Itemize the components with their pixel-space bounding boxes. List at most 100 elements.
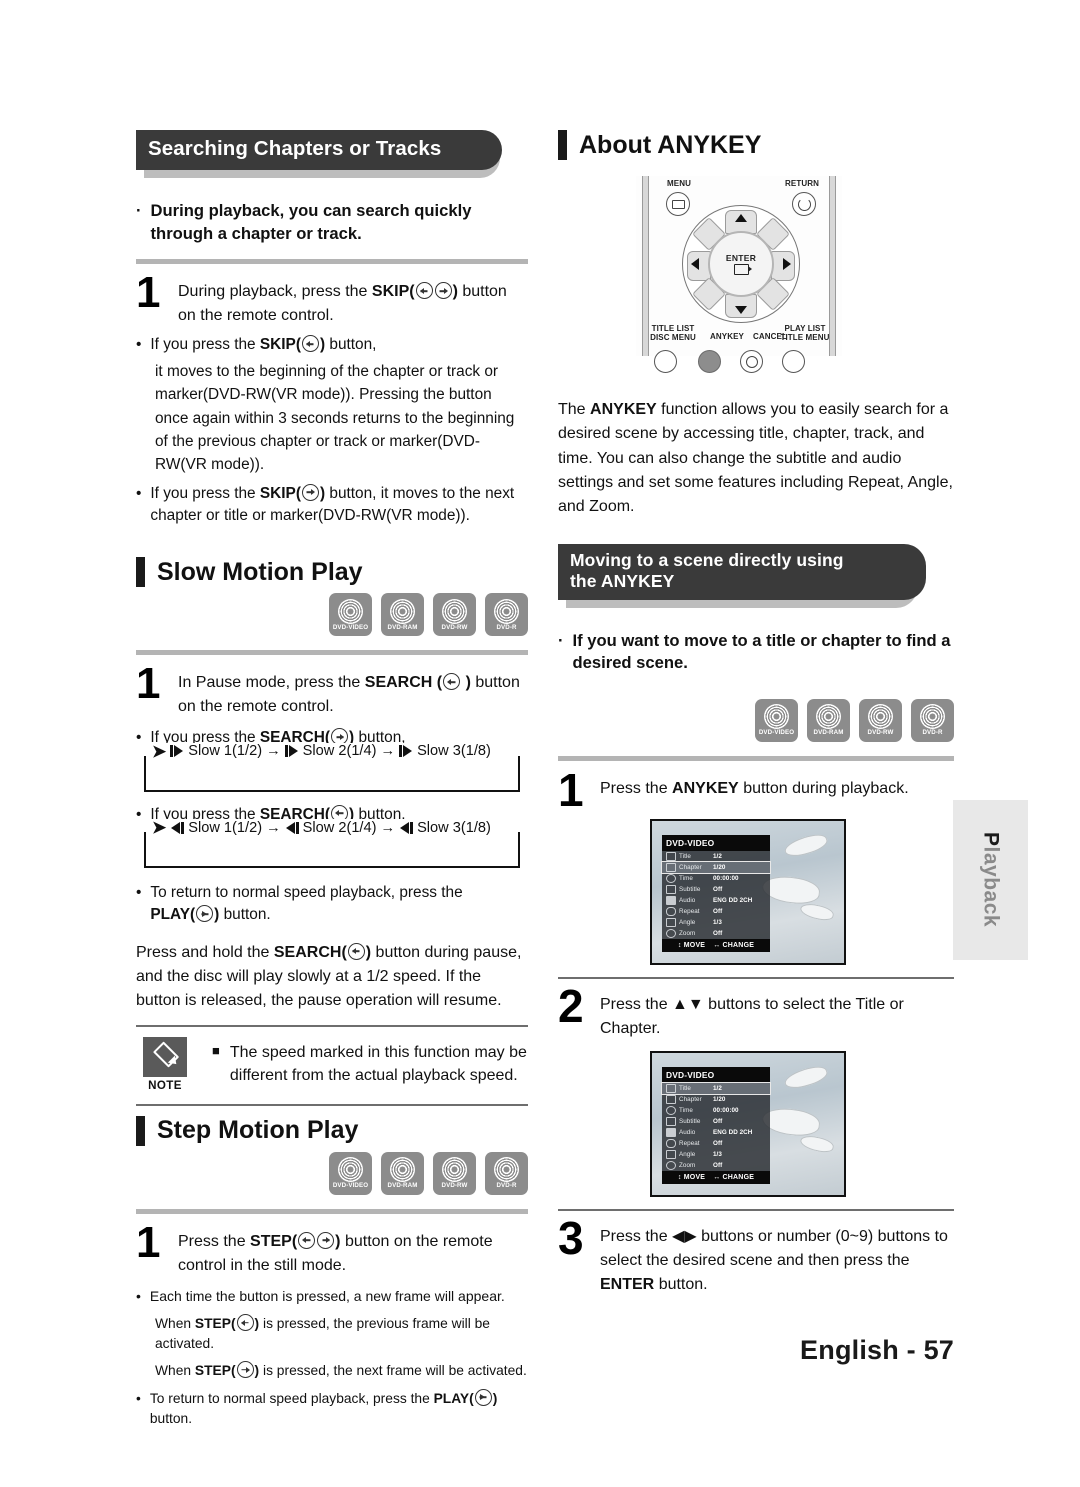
- osd-row-value: 00:00:00: [713, 1106, 739, 1114]
- osd-row-repeat[interactable]: Repeat Off: [662, 1138, 770, 1149]
- bullet-skip-next: • If you press the SKIP() button, it mov…: [136, 483, 528, 528]
- hold-search-paragraph: Press and hold the SEARCH() button durin…: [136, 942, 522, 1009]
- osd-row-value: Off: [713, 929, 723, 937]
- title-list-disc-menu-button[interactable]: [654, 350, 677, 373]
- bullet-each-text: Each time the button is pressed, a new f…: [149, 1287, 505, 1304]
- osd-row-audio[interactable]: Audio ENG DD 2CH: [662, 895, 770, 906]
- osd-row-name: Title: [679, 852, 691, 860]
- step-number: 1: [136, 268, 161, 318]
- flow-step-label: Slow 1(1/2): [188, 819, 263, 836]
- menu-button[interactable]: [666, 192, 690, 216]
- step-label: STEP: [194, 1316, 231, 1332]
- clock-icon: [662, 873, 679, 883]
- disc-icon: [338, 598, 363, 624]
- step-1-step-motion: 1 Press the STEP() button on the remote …: [136, 1217, 528, 1278]
- osd-row-chapter[interactable]: Chapter 1/20: [661, 860, 771, 874]
- skip-label: SKIP: [371, 283, 410, 301]
- osd-row-time[interactable]: Time 00:00:00: [662, 873, 770, 884]
- title-list-disc-menu-label: TITLE LIST DISC MENU: [642, 324, 704, 342]
- osd-row-zoom[interactable]: Zoom Off: [662, 928, 770, 939]
- flow-start-arrow-icon: ➤: [152, 818, 166, 838]
- return-button-label: RETURN: [785, 179, 819, 188]
- osd-row-title[interactable]: Title 1/2: [662, 851, 770, 862]
- menu-button-label: MENU: [667, 179, 691, 188]
- cancel-button[interactable]: [740, 350, 763, 373]
- osd-row-chapter[interactable]: Chapter 1/20: [662, 1094, 770, 1105]
- camera-icon: [662, 917, 679, 927]
- disc-badge-label: DVD-RAM: [813, 729, 844, 737]
- osd-row-angle[interactable]: Angle 1/3: [662, 917, 770, 928]
- step-prev-frame-line: When STEP() is pressed, the previous fra…: [155, 1314, 490, 1351]
- bullet-text: To return to normal speed playback, pres…: [150, 884, 463, 902]
- about-text-a: The: [558, 401, 586, 418]
- step-1-text: During playback, press the SKIP() button…: [178, 280, 528, 328]
- osd-rows: Title 1/2 Chapter 1/20 Time 00:00:00 Sub…: [661, 1081, 771, 1171]
- osd-row-name: Time: [679, 874, 693, 882]
- return-button[interactable]: [792, 192, 816, 216]
- disc-badge: DVD-VIDEO: [329, 1151, 372, 1195]
- play-key-icon: [196, 905, 214, 923]
- bullet-step-return-normal: • To return to normal speed playback, pr…: [136, 1388, 528, 1429]
- osd-row-name: Zoom: [679, 1161, 696, 1169]
- step-number: 1: [136, 1217, 161, 1267]
- note-icon-column: NOTE: [136, 1036, 194, 1092]
- bullet-skip-prev: • If you press the SKIP() button,: [136, 334, 528, 356]
- arrow-down-icon: [735, 306, 747, 314]
- disc-badge: DVD-RAM: [381, 593, 424, 637]
- osd-row-audio[interactable]: Audio ENG DD 2CH: [662, 1127, 770, 1138]
- disc-badge-label: DVD-VIDEO: [332, 623, 369, 631]
- osd-row-subtitle[interactable]: Subtitle Off: [662, 884, 770, 895]
- osd-row-title[interactable]: Title 1/2: [661, 1081, 771, 1095]
- osd-row-value: ENG DD 2CH: [713, 896, 753, 904]
- osd-row-value: 1/20: [713, 1095, 726, 1103]
- disc-icon: [442, 598, 467, 624]
- bullet-text-b: button.: [223, 906, 271, 924]
- frame-reverse-icon: [399, 821, 414, 834]
- enter-button[interactable]: ENTER: [708, 231, 774, 297]
- osd-row-time[interactable]: Time 00:00:00: [662, 1105, 770, 1116]
- osd-row-angle[interactable]: Angle 1/3: [662, 1149, 770, 1160]
- play-key-icon: [474, 1388, 492, 1406]
- bullet-lead: If you press the: [150, 484, 256, 502]
- about-anykey-paragraph: The ANYKEY function allows you to easily…: [558, 398, 954, 520]
- heading-slow-motion-play: Slow Motion Play: [136, 557, 528, 588]
- camera-icon: [662, 1149, 679, 1159]
- disc-icon: [920, 704, 945, 730]
- osd-screenshot-2: DVD-VIDEO Title 1/2 Chapter 1/20 Time 00…: [650, 1050, 846, 1197]
- enter-icon: [733, 264, 752, 275]
- bird-graphic: [782, 830, 830, 861]
- note-block: NOTE ■ The speed marked in this function…: [136, 1036, 528, 1092]
- osd-row-subtitle[interactable]: Subtitle Off: [662, 1116, 770, 1127]
- change-icon: ↔: [713, 1173, 721, 1181]
- divider-thin: [558, 976, 954, 979]
- osd-row-repeat[interactable]: Repeat Off: [662, 906, 770, 917]
- osd-row-zoom[interactable]: Zoom Off: [662, 1160, 770, 1171]
- title-list-label: TITLE LIST: [651, 324, 695, 333]
- flow-arrow-icon: →: [266, 743, 281, 760]
- anykey-osd-menu[interactable]: DVD-VIDEO Title 1/2 Chapter 1/20 Time 00…: [661, 834, 771, 952]
- step-text-a: In Pause mode, press the: [178, 674, 361, 692]
- disc-badges-anykey: DVD-VIDEO DVD-RAM DVD-RW DVD-R: [558, 699, 954, 742]
- step-text-a: Press the: [600, 995, 668, 1013]
- anykey-osd-menu[interactable]: DVD-VIDEO Title 1/2 Chapter 1/20 Time 00…: [661, 1066, 771, 1184]
- enter-bold: ENTER: [600, 1275, 655, 1293]
- search-label: SEARCH: [273, 943, 342, 961]
- osd-row-value: 1/2: [713, 852, 722, 860]
- dpad[interactable]: ENTER: [682, 205, 800, 323]
- step-number: 1: [558, 764, 584, 816]
- disc-badge: DVD-R: [485, 593, 528, 637]
- step-1-anykey-text: Press the ANYKEY button during playback.: [600, 777, 954, 801]
- side-tab-playback: Playback: [953, 800, 1028, 960]
- note-label: NOTE: [148, 1078, 182, 1092]
- move-icon: ↕: [677, 1173, 682, 1181]
- anykey-button[interactable]: [698, 350, 721, 373]
- play-list-title-menu-button[interactable]: [782, 350, 805, 373]
- enter-button-label: ENTER: [725, 253, 757, 263]
- osd-row-name: Audio: [679, 1128, 696, 1136]
- osd-row-value: Off: [713, 885, 723, 893]
- magnifier-icon: [662, 1160, 679, 1170]
- step-3-anykey-text: Press the ◀▶ buttons or number (0~9) but…: [600, 1225, 954, 1297]
- osd-row-name: Repeat: [679, 1139, 700, 1147]
- up-down-arrows-icon: ▲▼: [672, 995, 704, 1013]
- frame-advance-icon: [399, 745, 413, 758]
